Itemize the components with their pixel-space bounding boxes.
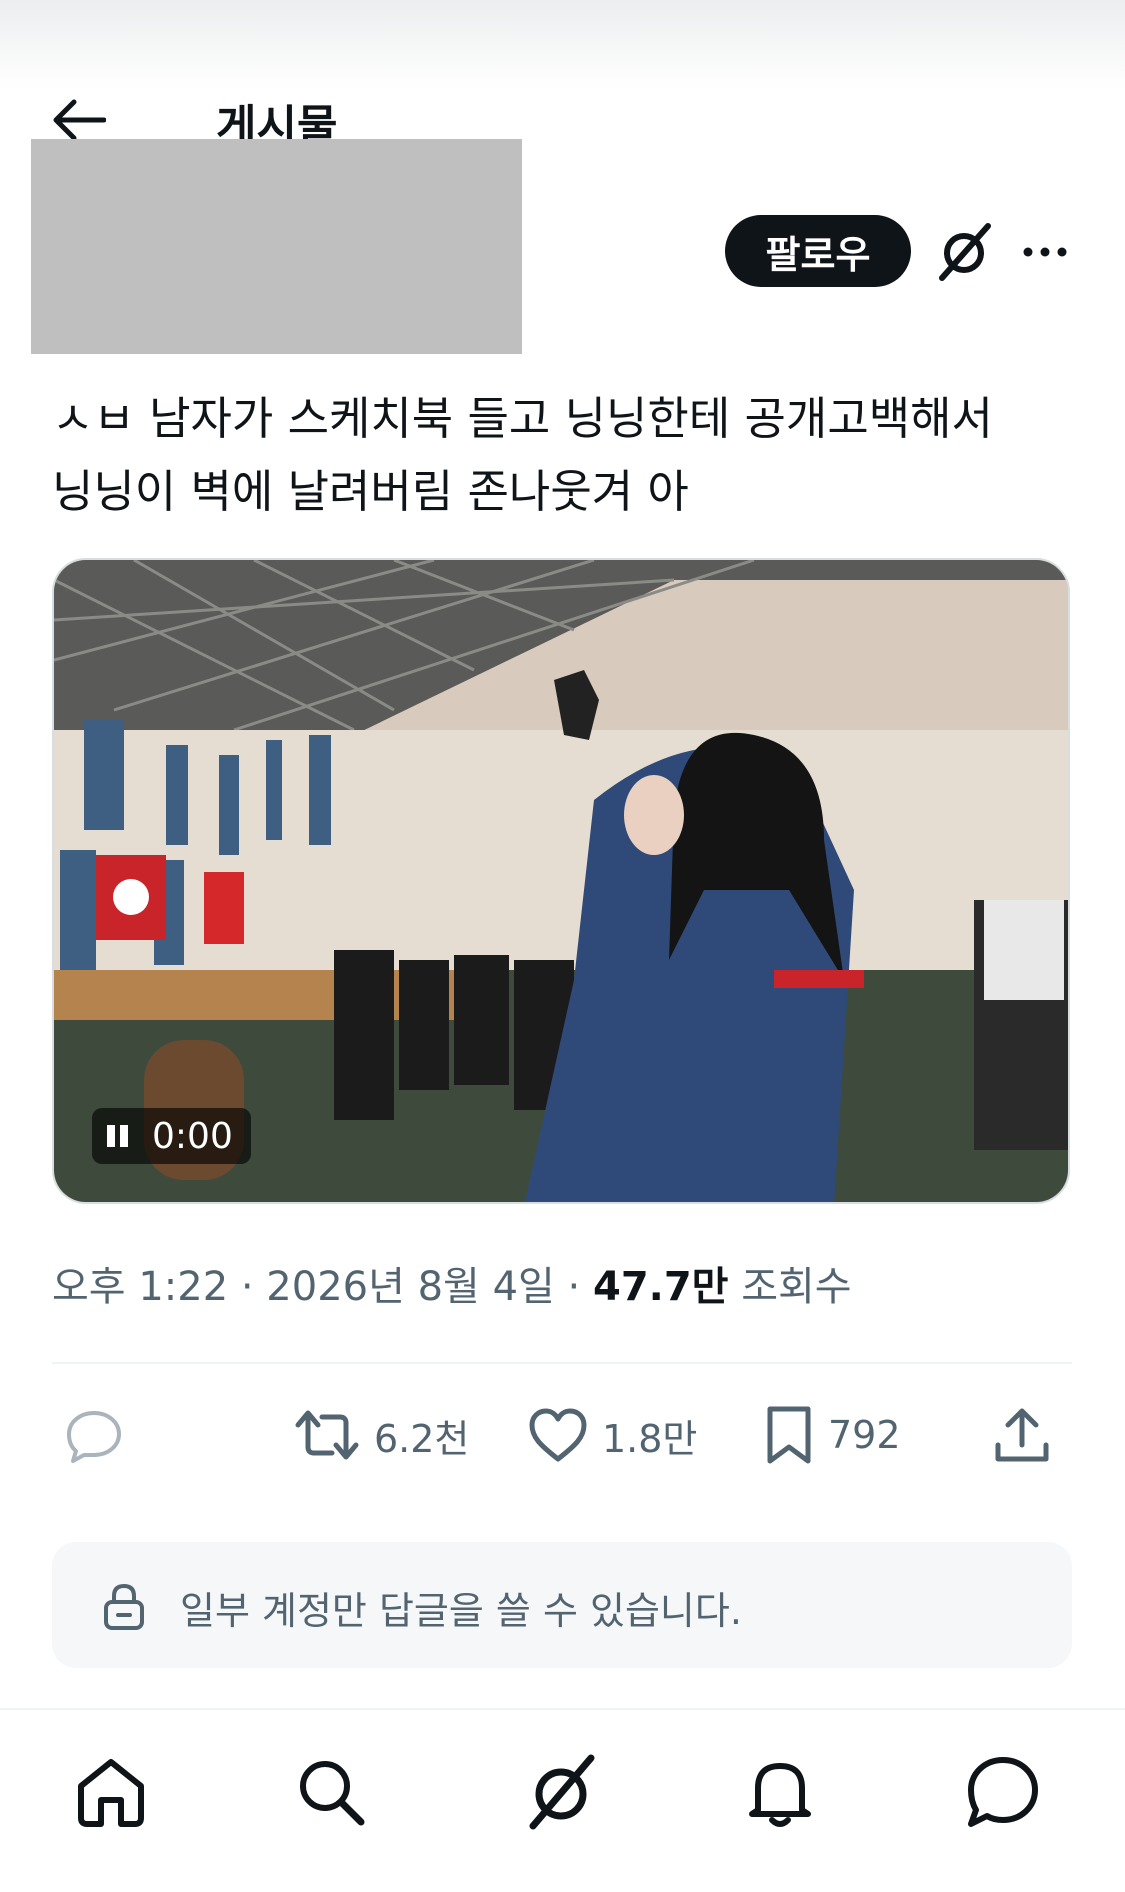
like-button[interactable]: 1.8만 [528,1400,697,1470]
video-time: 0:00 [152,1115,233,1157]
meta-separator: · [240,1264,254,1310]
reply-button[interactable] [64,1400,124,1470]
video-player[interactable]: 0:00 [52,558,1070,1204]
video-controls[interactable]: 0:00 [92,1108,251,1164]
view-label: 조회수 [741,1264,852,1310]
pause-icon[interactable] [106,1125,130,1147]
retweet-count: 6.2천 [374,1416,470,1461]
post-date: 2026년 8월 4일 [266,1264,555,1310]
messages-icon[interactable] [963,1752,1043,1832]
meta-separator: · [567,1264,581,1310]
post-time: 오후 1:22 [52,1264,229,1310]
retweet-button[interactable]: 6.2천 [294,1400,469,1470]
bookmark-button[interactable]: 792 [764,1400,901,1470]
heart-icon [529,1408,587,1462]
bookmark-icon [767,1406,811,1464]
divider [52,1362,1072,1364]
search-icon[interactable] [291,1752,371,1832]
status-bar-area [0,0,1125,90]
home-icon[interactable] [71,1752,151,1832]
post-meta: 오후 1:22 · 2026년 8월 4일 · 47.7만 조회수 [52,1254,852,1312]
bookmark-count: 792 [828,1413,901,1457]
reply-restriction-text: 일부 계정만 답글을 쓸 수 있습니다. [180,1589,742,1633]
post-text-line: 닝닝이 벽에 날려버림 존나웃겨 아 [52,465,689,518]
lock-icon [104,1583,144,1630]
share-button[interactable] [994,1400,1050,1470]
grok-icon[interactable] [521,1752,601,1832]
reply-restriction-notice: 일부 계정만 답글을 쓸 수 있습니다. [52,1542,1072,1668]
share-icon [995,1408,1049,1462]
retweet-icon [295,1410,359,1460]
follow-button[interactable]: 팔로우 [725,215,911,287]
post-text: ㅅㅂ 남자가 스케치북 들고 닝닝한테 공개고백해서 닝닝이 벽에 날려버림 존… [52,382,1082,528]
more-icon[interactable] [1020,232,1070,272]
view-count: 47.7만 [592,1264,729,1310]
back-arrow-icon[interactable] [52,98,106,142]
reply-icon [67,1411,121,1463]
like-count: 1.8만 [602,1416,698,1461]
redacted-author-block [31,139,522,354]
grok-icon[interactable] [934,222,994,282]
bell-icon[interactable] [740,1752,820,1832]
bottom-nav-divider [0,1708,1125,1710]
post-text-line: ㅅㅂ 남자가 스케치북 들고 닝닝한테 공개고백해서 [52,392,993,445]
